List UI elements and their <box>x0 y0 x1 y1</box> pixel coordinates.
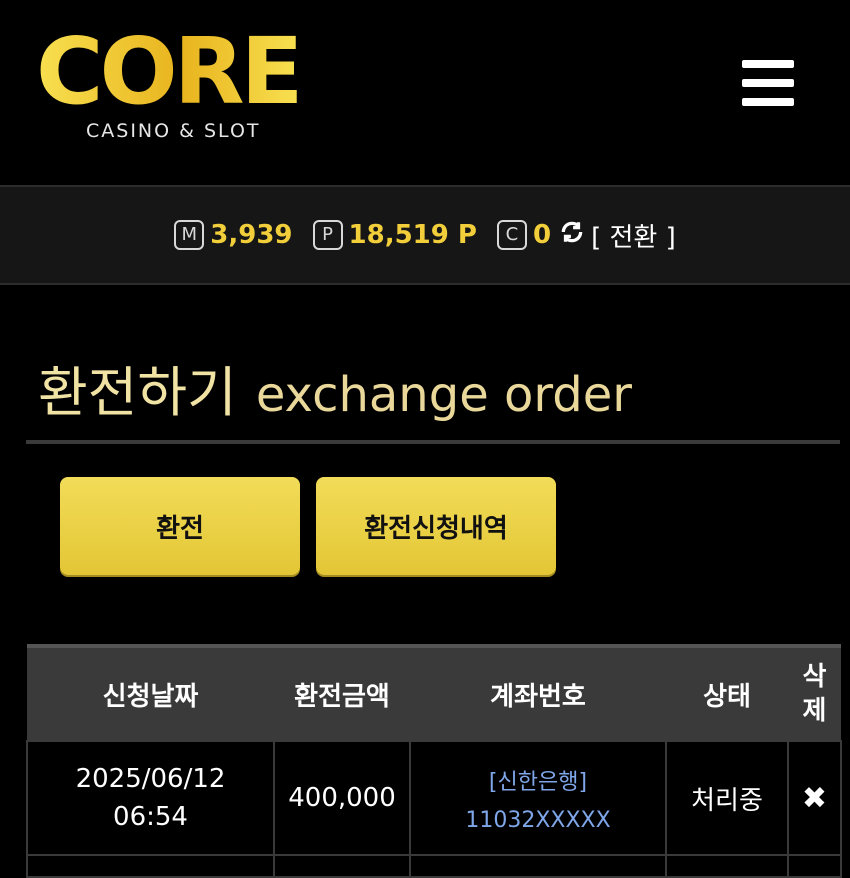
balance-bar: M 3,939 P 18,519 P C 0 [ 전환 ] <box>0 187 850 285</box>
point-icon: P <box>312 220 343 250</box>
header-date: 신청날짜 <box>27 644 274 741</box>
money-value: 3,939 <box>210 220 293 250</box>
time-text: 06:54 <box>113 802 188 832</box>
point-value: 18,519 P <box>348 220 477 250</box>
coupon-balance: C 0 <box>496 220 552 250</box>
table-header-row: 신청날짜 환전금액 계좌번호 상태 삭 제 <box>27 644 841 741</box>
cell-account: [신한은행] 11032XXXXX <box>409 740 667 856</box>
cell-status: 처리중 <box>665 740 789 856</box>
cell-amount: 400,000 <box>273 740 411 856</box>
money-icon: M <box>174 220 205 250</box>
account-number: 11032XXXXX <box>465 807 611 833</box>
money-balance: M 3,939 <box>174 220 293 250</box>
header-amount: 환전금액 <box>274 644 410 741</box>
point-balance: P 18,519 P <box>312 220 477 250</box>
page-title-english: exchange order <box>255 367 632 423</box>
date-text: 2025/06/12 <box>75 764 226 794</box>
delete-icon[interactable]: ✖ <box>802 781 827 816</box>
header: CORE CASINO & SLOT <box>0 0 850 187</box>
header-account: 계좌번호 <box>410 644 666 741</box>
refresh-icon[interactable] <box>559 219 585 252</box>
exchange-button[interactable]: 환전 <box>60 477 300 575</box>
cell-delete: ✖ <box>787 740 842 856</box>
table-row: 2025/06/12 06:54 400,000 [신한은행] 11032XXX… <box>26 740 842 856</box>
cell-date: 2025/06/12 06:54 <box>26 740 275 856</box>
page-title-korean: 환전하기 <box>38 361 237 424</box>
logo-text: CORE <box>36 18 303 125</box>
exchange-table: 신청날짜 환전금액 계좌번호 상태 삭 제 2025/06/12 06:54 4… <box>26 644 842 878</box>
coupon-icon: C <box>496 220 527 250</box>
hamburger-menu-icon[interactable] <box>742 60 794 106</box>
logo-subtitle: CASINO & SLOT <box>86 120 261 142</box>
exchange-history-button[interactable]: 환전신청내역 <box>316 477 556 575</box>
page-title: 환전하기 exchange order <box>38 348 632 427</box>
bank-name: [신한은행] <box>488 769 588 795</box>
divider <box>26 440 840 444</box>
table-row <box>26 854 842 878</box>
coupon-value: 0 <box>532 220 552 250</box>
header-delete: 삭 제 <box>788 644 841 741</box>
header-status: 상태 <box>666 644 788 741</box>
logo[interactable]: CORE CASINO & SLOT <box>36 26 336 146</box>
convert-button[interactable]: [ 전환 ] <box>591 217 676 254</box>
